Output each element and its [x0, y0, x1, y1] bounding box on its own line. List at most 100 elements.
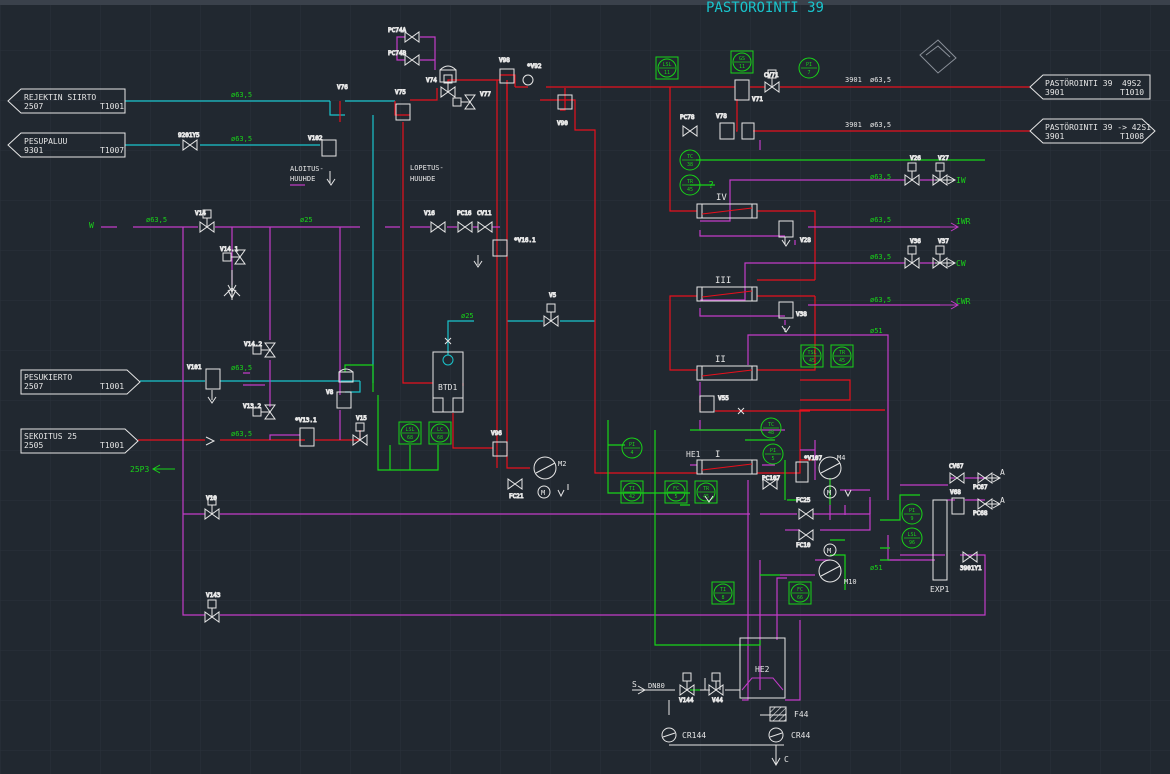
instrument-num-gs11: 11	[739, 64, 745, 70]
valve-label-pc67: PC67	[973, 484, 988, 491]
valve-label-v75: V75	[395, 89, 406, 96]
pipe-size-3: ø63,5	[146, 216, 167, 224]
offpage-pesukierto-ref: T1001	[100, 382, 124, 391]
instrument-num-lsl96: 96	[909, 540, 915, 546]
offpage-past1-ref: T1010	[1120, 88, 1144, 97]
offpage-past1-name: PASTÖROINTI 39	[1045, 78, 1113, 88]
m2-label: M2	[558, 460, 566, 468]
pump-m4-motor: M	[827, 489, 831, 497]
pipe-size-8: ø63,5	[870, 76, 891, 84]
pipe-size-6: ø63,5	[231, 364, 252, 372]
valve-label-v143: V143	[206, 592, 221, 599]
m10-label: M10	[844, 578, 857, 586]
valve-label-v98: V98	[499, 57, 510, 64]
huuhde-label-2: HUUHDE	[410, 175, 435, 183]
valve-label-v14_2: V14.2	[244, 341, 262, 348]
instrument-num-pi4: 4	[630, 450, 633, 456]
valve-label-v102: V102	[308, 135, 323, 142]
valve-label-v14: V14	[195, 210, 206, 217]
valve-label-fc25: FC25	[796, 497, 811, 504]
instrument-tag-lc68: LC	[437, 427, 443, 433]
cwr-label: CWR	[956, 297, 971, 306]
valve-label-fc10: FC10	[796, 542, 811, 549]
toolbar-strip	[0, 0, 1170, 5]
instrument-tag-pi5: PI	[770, 448, 776, 454]
valve-label-cv11: CV11	[477, 210, 492, 217]
instrument-tag-pi9: PI	[909, 508, 915, 514]
huuhde-label-1: HUUHDE	[290, 175, 315, 183]
filter-f44[interactable]	[769, 706, 787, 722]
a-label-1: A	[1000, 468, 1005, 477]
a-label-2: A	[1000, 496, 1005, 505]
valve-label-v3901y1: 3901Y1	[960, 565, 982, 572]
valve-label-v71: V71	[752, 96, 763, 103]
pipe-size-1: ø63,5	[231, 91, 252, 99]
offpage-pesukierto-name: PESUKIERTO	[24, 373, 72, 382]
he2-label: HE2	[755, 665, 770, 674]
offpage-past2-code: 3901	[1045, 132, 1064, 141]
valve-label-v74: V74	[426, 77, 437, 84]
dn80-label: DN80	[648, 682, 665, 690]
valve-label-v144: V144	[679, 697, 694, 704]
offpage-past1-num: 49S2	[1122, 79, 1141, 88]
hx-i-label: I	[715, 450, 720, 460]
w-label: W	[89, 221, 94, 230]
valve-label-fc21: FC21	[509, 493, 524, 500]
he1-label: HE1	[686, 450, 701, 459]
pump-m10-motor: M	[827, 547, 831, 555]
valve-label-v14_1: V14.1	[220, 246, 238, 253]
instrument-tag-ti42: TI	[629, 486, 635, 492]
pipe-size-2: ø63,5	[231, 135, 252, 143]
instrument-tag-lsl96: LSL	[907, 532, 916, 538]
instrument-num-tr45a: 45	[687, 187, 693, 193]
pid-canvas: PASTÖROINTI 39 IV III II I BTD1 EXP1 HE2…	[0, 0, 1170, 774]
offpage-pesupaluu-code: 9301	[24, 146, 43, 155]
valve-label-v78: V78	[716, 113, 727, 120]
valve-label-v68: V68	[950, 489, 961, 496]
pipe-size-14: ø51	[870, 564, 883, 572]
valve-label-v101: V101	[187, 364, 202, 371]
p25p3-label: 25P3	[130, 465, 149, 474]
instrument-num-tc48: 48	[768, 430, 774, 436]
valve-label-v5: V5	[549, 292, 557, 299]
pipe-size-11: ø63,5	[870, 216, 891, 224]
valve-label-v27: V27	[938, 155, 949, 162]
m4-label: M4	[837, 454, 845, 462]
valve-label-v10: V10	[206, 495, 217, 502]
lopetus-label: LOPETUS-	[410, 164, 444, 172]
instrument-tag-fc66: FC	[797, 587, 803, 593]
grid	[0, 0, 1170, 774]
instrument-num-tc38: 38	[687, 162, 693, 168]
instrument-tag-tsl45: TSL	[807, 350, 816, 356]
instrument-num-pi5: 5	[771, 456, 774, 462]
instrument-tag-pi4: PI	[629, 442, 635, 448]
btd1-label: BTD1	[438, 383, 457, 392]
hx-iv-label: IV	[716, 193, 727, 203]
offpage-sekoitus-code: 2505	[24, 441, 43, 450]
valve-label-pc68: PC68	[973, 510, 988, 517]
valve-label-v16_1: *V16.1	[514, 237, 536, 244]
valve-label-v16: V16	[424, 210, 435, 217]
pipe-size-9: ø63,5	[870, 121, 891, 129]
pipe-size-10: ø63,5	[870, 173, 891, 181]
c-label: C	[784, 755, 789, 764]
offpage-past2-ref: T1008	[1120, 132, 1144, 141]
valve-label-v37: V37	[938, 238, 949, 245]
valve-label-pc74b: PC74B	[388, 50, 406, 57]
offpage-past1-code: 3901	[1045, 88, 1064, 97]
instrument-num-ti8: 8	[721, 595, 724, 601]
pipe-size-12: ø63,5	[870, 253, 891, 261]
hx-ii-label: II	[715, 355, 726, 365]
iwr-label: IWR	[956, 217, 971, 226]
valve-label-v107: *V107	[804, 455, 822, 462]
offpage-rejektin-name: REJEKTIN SIIRTO	[24, 93, 96, 102]
offpage-pesupaluu-ref: T1007	[100, 146, 124, 155]
valve-label-v44: V44	[712, 697, 723, 704]
cr144-label: CR144	[682, 731, 706, 740]
instrument-tag-pi7: PI	[806, 62, 812, 68]
offpage-sekoitus-ref: T1001	[100, 441, 124, 450]
instrument-tag-tr45c: TR	[703, 486, 710, 492]
pipe-size-13: ø51	[870, 327, 883, 335]
offpage-rejektin-ref: T1001	[100, 102, 124, 111]
valve-label-v77: V77	[480, 91, 491, 98]
